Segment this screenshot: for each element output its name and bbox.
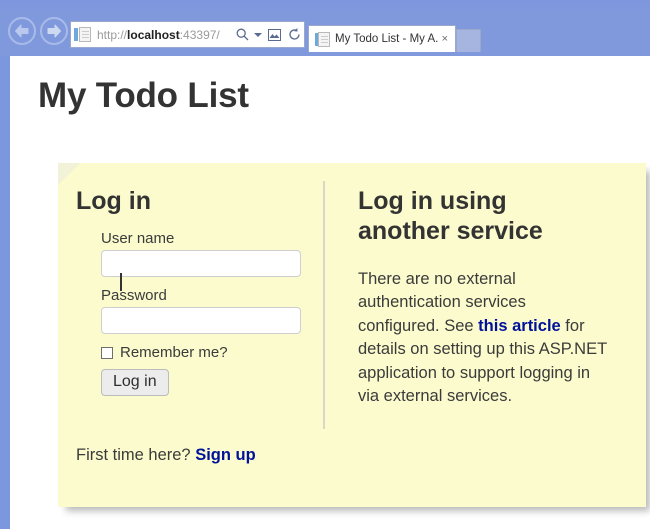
- search-glass-icon: [236, 28, 248, 41]
- username-input[interactable]: [101, 250, 301, 277]
- close-icon[interactable]: ×: [439, 33, 451, 45]
- site-page-icon: [74, 26, 91, 44]
- url-path: :43397/: [179, 27, 220, 42]
- external-services-heading: Log in using another service: [358, 187, 543, 245]
- compatibility-view-icon[interactable]: [264, 25, 284, 45]
- login-form: Log in User name Password Remember me? L…: [76, 187, 306, 396]
- compatibility-glyph: [267, 28, 281, 41]
- username-label: User name: [101, 230, 175, 247]
- tab-my-todo-list[interactable]: My Todo List - My A... ×: [308, 25, 456, 52]
- external-services-section: Log in using another service There are n…: [358, 187, 628, 409]
- chevron-down-icon[interactable]: [252, 25, 264, 45]
- refresh-icon[interactable]: [284, 25, 304, 45]
- tab-icon-page: [318, 32, 330, 47]
- this-article-link[interactable]: this article: [478, 317, 561, 335]
- tab-strip: My Todo List - My A... ×: [308, 21, 481, 52]
- site-icon-bar: [74, 27, 78, 41]
- browser-window: http://localhost:43397/ My Todo List - M…: [0, 0, 650, 529]
- password-input[interactable]: [101, 307, 301, 334]
- text-cursor: [120, 273, 122, 291]
- site-icon-page: [79, 26, 91, 42]
- panel-fold-edge: [58, 163, 80, 185]
- url-text: http://localhost:43397/: [97, 28, 232, 42]
- external-services-text: There are no external authentication ser…: [358, 268, 608, 409]
- signup-prompt: First time here?: [76, 446, 196, 464]
- remember-me-row[interactable]: Remember me?: [101, 344, 306, 361]
- login-submit-button[interactable]: Log in: [101, 369, 169, 396]
- remember-me-checkbox[interactable]: [101, 346, 113, 359]
- sign-up-link[interactable]: Sign up: [195, 446, 256, 464]
- search-icon[interactable]: [232, 25, 252, 45]
- page-viewport: My Todo List Log in User name Password R…: [10, 56, 650, 529]
- back-arrow-icon: [15, 24, 29, 38]
- chevron-down-glyph: [254, 32, 262, 37]
- username-field-group: User name: [101, 230, 306, 277]
- password-label: Password: [101, 287, 167, 304]
- titlebar-gloss: [0, 0, 650, 12]
- address-bar[interactable]: http://localhost:43397/: [70, 21, 305, 48]
- tab-favicon-icon: [315, 31, 330, 47]
- forward-button[interactable]: [40, 17, 68, 45]
- new-tab-button[interactable]: [456, 29, 481, 52]
- page-title: My Todo List: [38, 76, 249, 115]
- url-scheme: http://: [97, 27, 128, 42]
- forward-arrow-icon: [47, 24, 61, 38]
- column-divider: [323, 181, 325, 429]
- password-field-group: Password: [101, 287, 306, 334]
- browser-toolbar: http://localhost:43397/ My Todo List - M…: [0, 0, 650, 56]
- remember-me-group: Remember me? Log in: [101, 344, 306, 396]
- login-panel: Log in User name Password Remember me? L…: [58, 163, 646, 507]
- tab-title: My Todo List - My A...: [335, 33, 439, 45]
- signup-row: First time here? Sign up: [76, 446, 256, 465]
- login-heading: Log in: [76, 187, 151, 215]
- back-button[interactable]: [8, 17, 36, 45]
- refresh-glyph: [288, 28, 300, 40]
- remember-me-label: Remember me?: [120, 344, 228, 361]
- url-host: localhost: [127, 27, 180, 42]
